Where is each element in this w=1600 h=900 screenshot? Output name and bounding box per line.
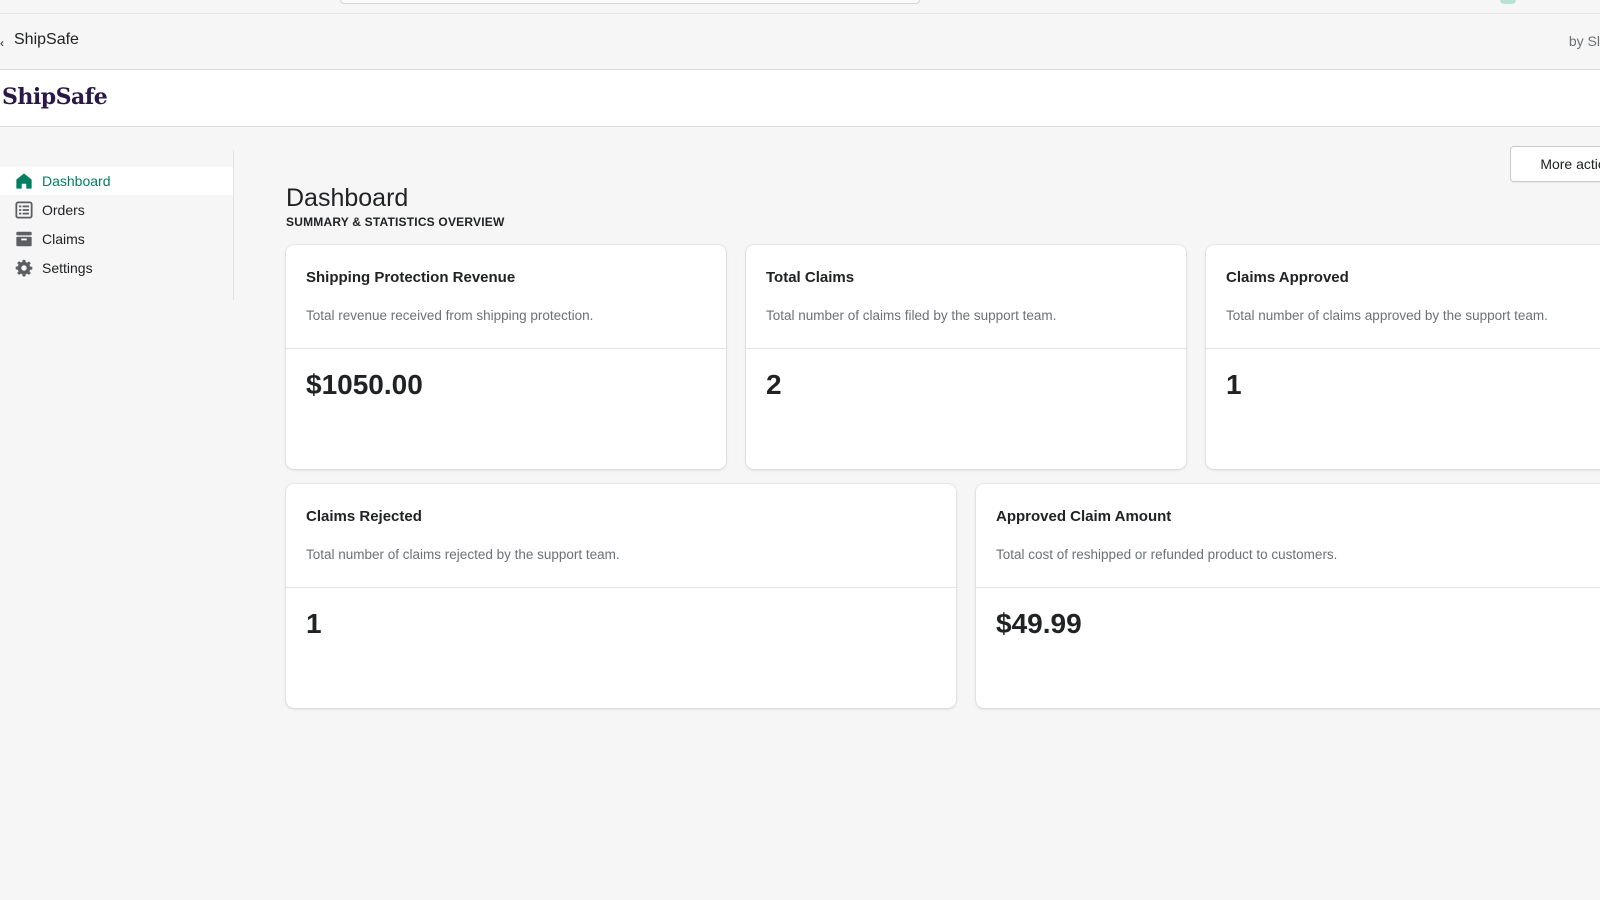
card-title: Claims Approved <box>1226 269 1349 286</box>
shipsafe-logo: ShipSafe <box>2 84 108 110</box>
stat-card-total-claims: Total Claims Total number of claims file… <box>746 245 1186 469</box>
browser-top-strip <box>0 0 1600 14</box>
page-title: Dashboard <box>286 184 409 212</box>
card-value: 1 <box>1226 369 1242 400</box>
card-title: Total Claims <box>766 269 855 286</box>
sidebar-item-label: Orders <box>42 202 85 218</box>
app-name: ShipSafe <box>14 31 79 48</box>
sidebar-item-label: Claims <box>42 231 85 247</box>
list-icon <box>14 200 34 220</box>
address-bar[interactable] <box>340 0 920 4</box>
gear-icon <box>14 258 34 278</box>
card-value: $49.99 <box>996 608 1082 639</box>
back-arrow-icon[interactable]: ‹ <box>0 37 6 49</box>
stat-card-shipping-revenue: Shipping Protection Revenue Total revenu… <box>286 245 726 469</box>
card-title: Claims Rejected <box>306 508 422 525</box>
stat-card-approved-claim-amount: Approved Claim Amount Total cost of resh… <box>976 484 1600 708</box>
stat-card-claims-approved: Claims Approved Total number of claims a… <box>1206 245 1600 469</box>
more-actions-button[interactable]: More actio <box>1510 146 1600 182</box>
stat-card-claims-rejected: Claims Rejected Total number of claims r… <box>286 484 956 708</box>
card-value: 1 <box>306 608 322 639</box>
brand-header: ShipSafe <box>0 70 1600 127</box>
card-title: Shipping Protection Revenue <box>306 269 516 286</box>
sidebar-item-settings[interactable]: Settings <box>0 254 233 282</box>
status-indicator <box>1500 0 1516 4</box>
card-description: Total number of claims filed by the supp… <box>766 308 1057 323</box>
home-icon <box>14 171 34 191</box>
developer-credit: by Sl <box>1568 33 1600 49</box>
sidebar-item-label: Settings <box>42 260 93 276</box>
sidebar-item-orders[interactable]: Orders <box>0 196 233 224</box>
archive-icon <box>14 229 34 249</box>
card-description: Total number of claims rejected by the s… <box>306 547 620 562</box>
sidebar-nav: Dashboard Orders Claims Settings <box>0 150 234 300</box>
card-description: Total cost of reshipped or refunded prod… <box>996 547 1338 562</box>
sidebar-item-claims[interactable]: Claims <box>0 225 233 253</box>
card-description: Total revenue received from shipping pro… <box>306 308 594 323</box>
card-title: Approved Claim Amount <box>996 508 1172 525</box>
page-subtitle: SUMMARY & STATISTICS OVERVIEW <box>286 215 505 229</box>
card-value: $1050.00 <box>306 369 423 400</box>
card-description: Total number of claims approved by the s… <box>1226 308 1548 323</box>
app-title-bar: ‹ ShipSafe by Sl <box>0 14 1600 70</box>
sidebar-item-label: Dashboard <box>42 173 111 189</box>
card-value: 2 <box>766 369 782 400</box>
sidebar-item-dashboard[interactable]: Dashboard <box>0 167 233 195</box>
